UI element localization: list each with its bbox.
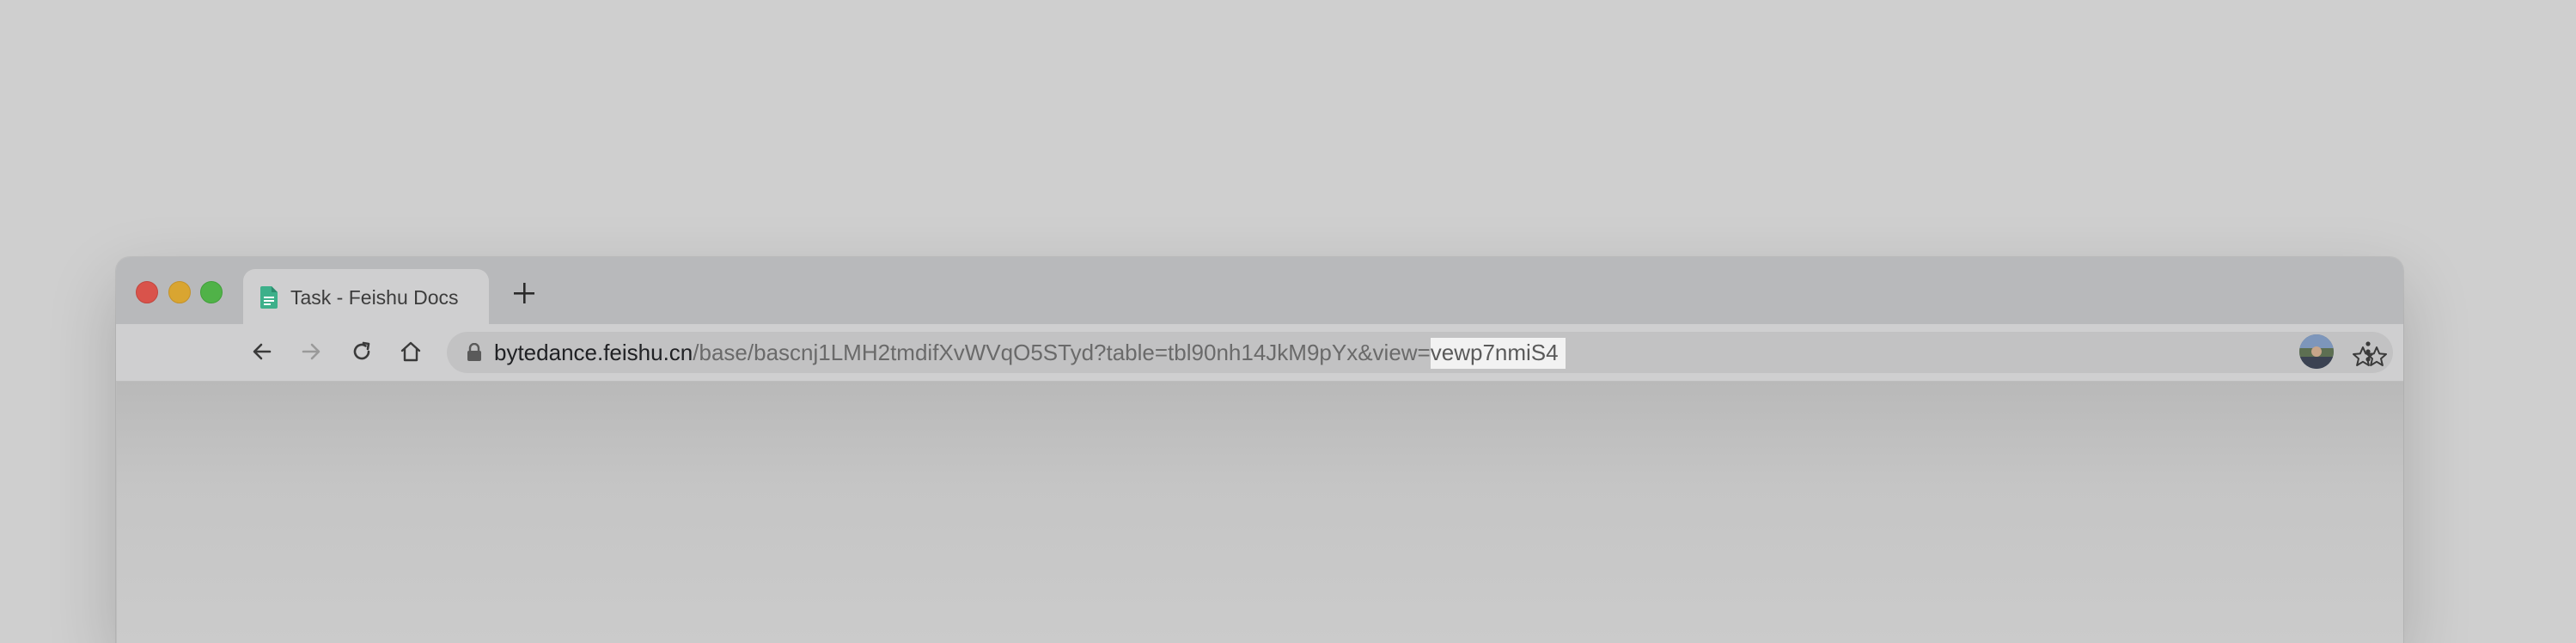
more-vertical-icon — [2365, 341, 2371, 362]
profile-avatar[interactable] — [2299, 334, 2334, 369]
document-icon — [260, 286, 278, 309]
back-arrow-icon — [253, 343, 272, 360]
minimize-window-button[interactable] — [168, 281, 191, 303]
forward-nav-button[interactable] — [294, 334, 328, 369]
plus-icon — [514, 283, 534, 303]
forward-arrow-icon — [302, 343, 320, 360]
browser-toolbar: bytedance.feishu.cn/base/bascnj1LMH2tmdi… — [116, 324, 2403, 382]
close-window-button[interactable] — [136, 281, 158, 303]
url-host: bytedance.feishu.cn — [494, 340, 693, 365]
avatar-image — [2299, 334, 2334, 369]
maximize-window-button[interactable] — [200, 281, 223, 303]
address-bar[interactable]: bytedance.feishu.cn/base/bascnj1LMH2tmdi… — [447, 332, 2393, 373]
back-nav-button[interactable] — [245, 334, 279, 369]
url-path: /base/bascnj1LMH2tmdifXvWVqO5STyd?table=… — [693, 340, 1431, 365]
page-content-area — [116, 382, 2403, 643]
tab-title: Task - Feishu Docs — [290, 286, 459, 309]
tab-strip: Task - Feishu Docs — [116, 257, 2403, 324]
reload-icon — [353, 341, 370, 360]
lock-icon — [467, 343, 481, 361]
desktop-background: Task - Feishu Docs bytedance.feishu.cn/b… — [0, 0, 2576, 643]
reload-button[interactable] — [345, 334, 379, 369]
home-icon — [400, 341, 421, 362]
home-button[interactable] — [394, 334, 428, 369]
url-selected-text: vewp7nmiS4 — [1430, 338, 1566, 369]
active-tab[interactable]: Task - Feishu Docs — [243, 269, 489, 324]
browser-menu-button[interactable] — [2351, 334, 2385, 369]
browser-window: Task - Feishu Docs bytedance.feishu.cn/b… — [116, 257, 2403, 643]
new-tab-button[interactable] — [507, 276, 541, 310]
address-url[interactable]: bytedance.feishu.cn/base/bascnj1LMH2tmdi… — [494, 338, 1566, 369]
